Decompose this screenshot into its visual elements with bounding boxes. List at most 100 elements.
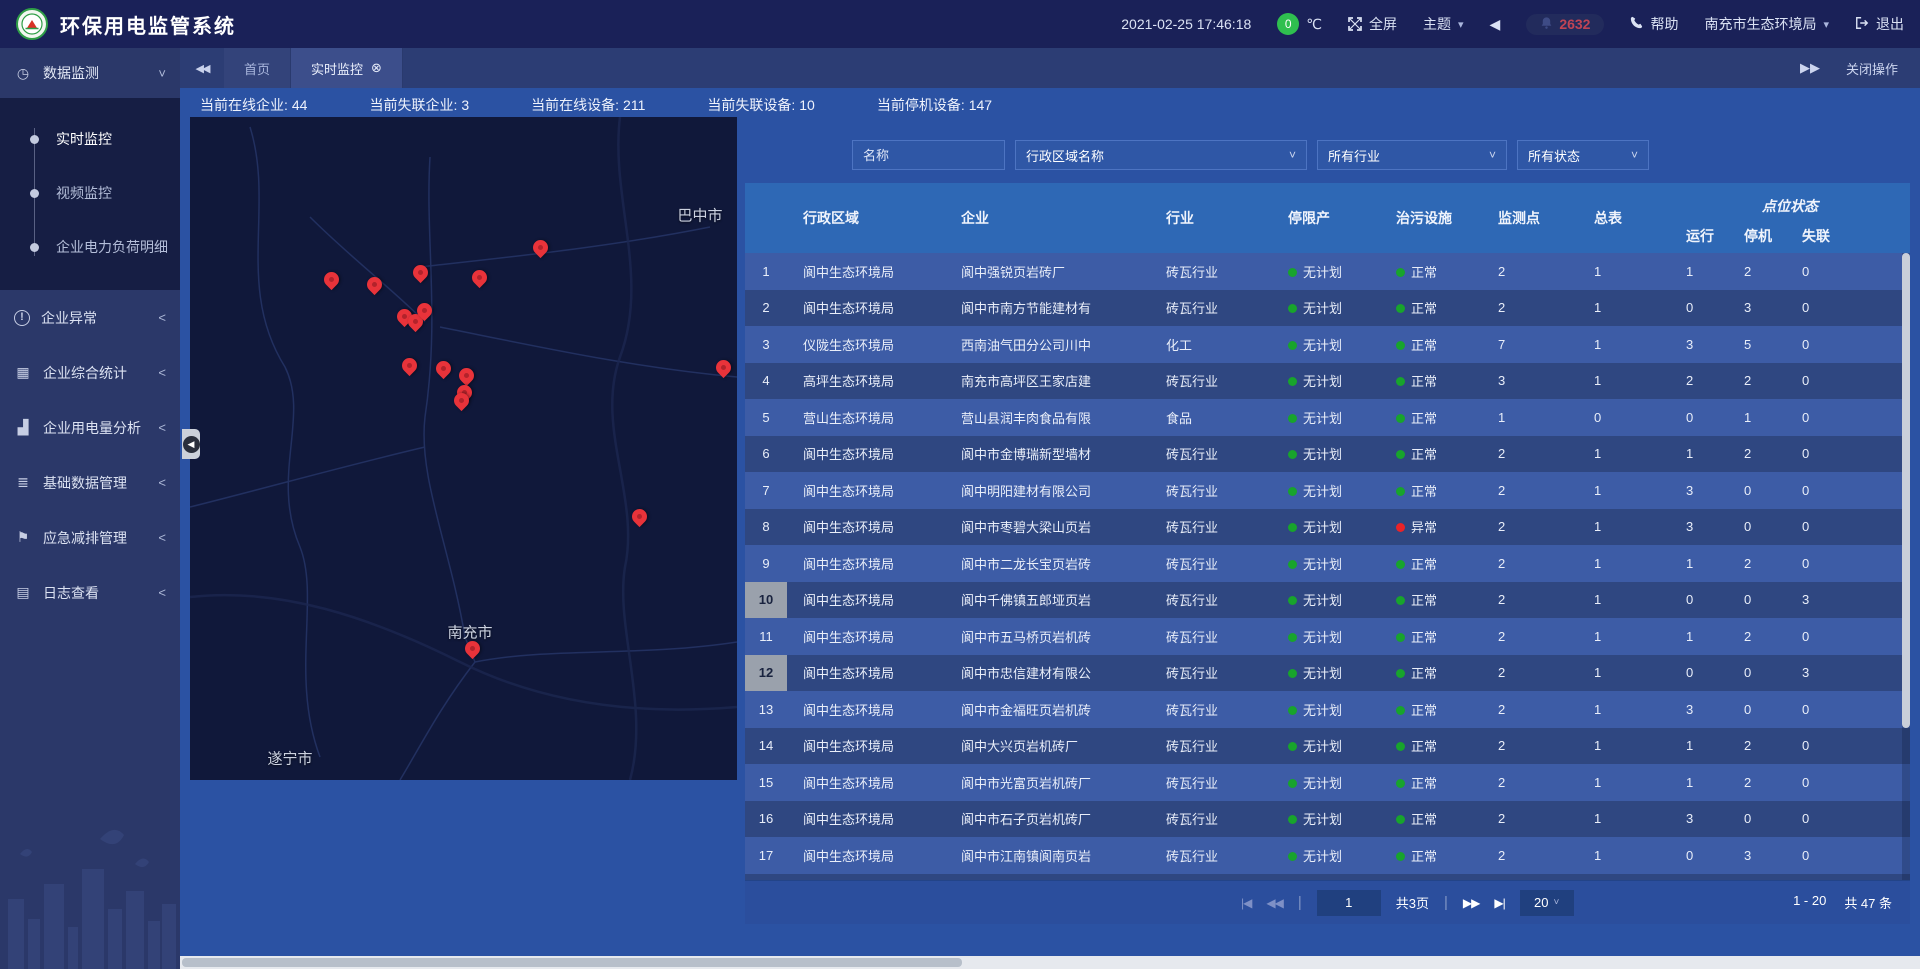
name-filter-input[interactable] (863, 148, 994, 163)
table-row[interactable]: 14 阆中生态环境局 阆中大兴页岩机砖厂 砖瓦行业 无计划 正常 2 1 1 2… (745, 728, 1910, 765)
cell-region: 阆中生态环境局 (787, 444, 945, 463)
table-row[interactable]: 4 高坪生态环境局 南充市高坪区王家店建 砖瓦行业 无计划 正常 3 1 2 2… (745, 363, 1910, 400)
cell-industry: 砖瓦行业 (1150, 627, 1272, 646)
industry-filter-select[interactable]: 所有行业 ˅ (1317, 140, 1507, 170)
stat-value: 211 (623, 97, 645, 113)
fullscreen-button[interactable]: 全屏 (1348, 14, 1397, 34)
sidebar-item[interactable]: ! 企业异常 ˂ (0, 290, 180, 345)
status-dot (1288, 450, 1297, 459)
first-page-icon[interactable]: |◀ (1241, 896, 1251, 910)
help-button[interactable]: 帮助 (1630, 14, 1678, 34)
sidebar-item[interactable]: ▦ 企业综合统计 ˂ (0, 345, 180, 400)
cell-region: 阆中生态环境局 (787, 590, 945, 609)
logout-button[interactable]: 退出 (1855, 14, 1904, 34)
cell-company: 阆中市石子页岩机砖厂 (945, 809, 1150, 828)
chevron-left-icon: ˂ (158, 585, 166, 600)
table-row[interactable]: 10 阆中生态环境局 阆中千佛镇五郎垭页岩 砖瓦行业 无计划 正常 2 1 0 … (745, 582, 1910, 619)
map[interactable]: 巴中市南充市遂宁市 (190, 117, 737, 780)
sidebar: ◷ 数据监测 ˅ 实时监控 视频监控 企业电力负荷明细 ! 企业异常 ˂ ▦ (0, 48, 180, 969)
speaker-button[interactable]: ◀ (1490, 16, 1501, 33)
tabs-scroll-right-icon[interactable]: ▶▶ (1800, 60, 1820, 76)
horizontal-scrollbar-thumb[interactable] (182, 958, 962, 967)
table-row[interactable]: 17 阆中生态环境局 阆中市江南镇阆南页岩 砖瓦行业 无计划 正常 2 1 0 … (745, 837, 1910, 874)
cell-points: 2 (1482, 665, 1578, 680)
table-row[interactable]: 18 南部生态环境局 南部县珠华水泥有限公 建材加工 无计划 正常 (745, 874, 1910, 881)
table-row[interactable]: 6 阆中生态环境局 阆中市金博瑞新型墙材 砖瓦行业 无计划 正常 2 1 1 2… (745, 436, 1910, 473)
panel-collapse-handle[interactable]: ◀ (182, 429, 200, 459)
cell-facility: 正常 (1380, 663, 1482, 682)
map-city-label: 遂宁市 (267, 748, 312, 769)
theme-button[interactable]: 主题 ▾ (1423, 14, 1464, 34)
cell-run: 3 (1670, 483, 1728, 498)
row-index: 5 (745, 399, 787, 436)
sidebar-submenu-item[interactable]: 实时监控 (0, 112, 180, 166)
close-icon[interactable]: ⊗ (371, 60, 382, 76)
cell-run: 1 (1670, 264, 1728, 279)
sidebar-item-data-monitor[interactable]: ◷ 数据监测 ˅ (0, 48, 180, 98)
table-row[interactable]: 15 阆中生态环境局 阆中市光富页岩机砖厂 砖瓦行业 无计划 正常 2 1 1 … (745, 764, 1910, 801)
org-selector[interactable]: 南充市生态环境局 ▾ (1704, 14, 1829, 34)
page-number-input[interactable]: 1 (1317, 890, 1381, 916)
cell-industry: 砖瓦行业 (1150, 773, 1272, 792)
cell-industry: 砖瓦行业 (1150, 298, 1272, 317)
tab-realtime-monitor[interactable]: 实时监控 ⊗ (291, 48, 403, 88)
cell-company: 营山县润丰肉食品有限 (945, 408, 1150, 427)
cell-company: 阆中市枣碧大梁山页岩 (945, 517, 1150, 536)
cell-industry: 砖瓦行业 (1150, 700, 1272, 719)
table-row[interactable]: 2 阆中生态环境局 阆中市南方节能建材有 砖瓦行业 无计划 正常 2 1 0 3… (745, 290, 1910, 327)
table-row[interactable]: 7 阆中生态环境局 阆中明阳建材有限公司 砖瓦行业 无计划 正常 2 1 3 0… (745, 472, 1910, 509)
row-index: 3 (745, 326, 787, 363)
pagination-bar: |◀ ◀◀ | 1 共3页 | ▶▶ ▶| 20 ˅ 1 - 20 共 47 条 (745, 880, 1910, 924)
table-row[interactable]: 5 营山生态环境局 营山县润丰肉食品有限 食品 无计划 正常 1 0 0 1 0 (745, 399, 1910, 436)
table-scrollbar-thumb[interactable] (1902, 253, 1910, 728)
cell-region: 阆中生态环境局 (787, 627, 945, 646)
table-row[interactable]: 11 阆中生态环境局 阆中市五马桥页岩机砖 砖瓦行业 无计划 正常 2 1 1 … (745, 618, 1910, 655)
cell-region: 仪陇生态环境局 (787, 335, 945, 354)
next-page-icon[interactable]: ▶▶ (1463, 896, 1479, 910)
cell-limit: 无计划 (1272, 773, 1380, 792)
row-index: 11 (745, 618, 787, 655)
table-row[interactable]: 13 阆中生态环境局 阆中市金福旺页岩机砖 砖瓦行业 无计划 正常 2 1 3 … (745, 691, 1910, 728)
table-row[interactable]: 3 仪陇生态环境局 西南油气田分公司川中 化工 无计划 正常 7 1 3 5 0 (745, 326, 1910, 363)
cell-stop: 0 (1728, 665, 1786, 680)
table-scrollbar[interactable] (1902, 253, 1910, 880)
col-meters: 总表 (1578, 183, 1670, 253)
status-dot (1396, 669, 1405, 678)
cell-meters: 0 (1578, 410, 1670, 425)
sidebar-items: ! 企业异常 ˂ ▦ 企业综合统计 ˂ ▟ 企业用电量分析 ˂ ≣ 基础数据管理… (0, 290, 180, 620)
stat-label: 当前在线企业: (200, 97, 288, 113)
sidebar-item[interactable]: ▤ 日志查看 ˂ (0, 565, 180, 620)
status-filter-select[interactable]: 所有状态 ˅ (1517, 140, 1649, 170)
tab-home[interactable]: 首页 (224, 48, 291, 88)
sidebar-submenu-item[interactable]: 视频监控 (0, 166, 180, 220)
table-row[interactable]: 1 阆中生态环境局 阆中强锐页岩砖厂 砖瓦行业 无计划 正常 2 1 1 2 0 (745, 253, 1910, 290)
map-roads (190, 117, 737, 780)
cell-limit: 无计划 (1272, 262, 1380, 281)
table-row[interactable]: 8 阆中生态环境局 阆中市枣碧大梁山页岩 砖瓦行业 无计划 异常 2 1 3 0… (745, 509, 1910, 546)
sidebar-submenu-item[interactable]: 企业电力负荷明细 (0, 220, 180, 274)
horizontal-scrollbar[interactable] (180, 956, 1920, 969)
sidebar-item-label: 应急减排管理 (43, 528, 127, 548)
cell-region: 阆中生态环境局 (787, 663, 945, 682)
tabs-scroll-left-icon[interactable]: ◀◀ (180, 62, 224, 75)
last-page-icon[interactable]: ▶| (1494, 896, 1504, 910)
sidebar-item[interactable]: ▟ 企业用电量分析 ˂ (0, 400, 180, 455)
cell-run: 0 (1670, 300, 1728, 315)
cell-points: 2 (1482, 738, 1578, 753)
stat-item: 当前失联设备:10 (703, 95, 814, 115)
notification-badge[interactable]: 2632 (1526, 14, 1604, 35)
table-row[interactable]: 12 阆中生态环境局 阆中市忠信建材有限公 砖瓦行业 无计划 正常 2 1 0 … (745, 655, 1910, 692)
table-row[interactable]: 9 阆中生态环境局 阆中市二龙长宝页岩砖 砖瓦行业 无计划 正常 2 1 1 2… (745, 545, 1910, 582)
cell-run: 0 (1670, 592, 1728, 607)
sidebar-item[interactable]: ≣ 基础数据管理 ˂ (0, 455, 180, 510)
prev-page-icon[interactable]: ◀◀ (1266, 896, 1282, 910)
col-company: 企业 (945, 183, 1150, 253)
close-operations-button[interactable]: 关闭操作 (1846, 59, 1898, 78)
sidebar-item[interactable]: ⚑ 应急减排管理 ˂ (0, 510, 180, 565)
page-size-select[interactable]: 20 ˅ (1520, 890, 1574, 916)
cell-industry: 砖瓦行业 (1150, 481, 1272, 500)
table-row[interactable]: 16 阆中生态环境局 阆中市石子页岩机砖厂 砖瓦行业 无计划 正常 2 1 3 … (745, 801, 1910, 838)
region-filter-select[interactable]: 行政区域名称 ˅ (1015, 140, 1307, 170)
name-filter[interactable] (852, 140, 1005, 170)
chevron-down-icon: ˅ (158, 66, 166, 81)
